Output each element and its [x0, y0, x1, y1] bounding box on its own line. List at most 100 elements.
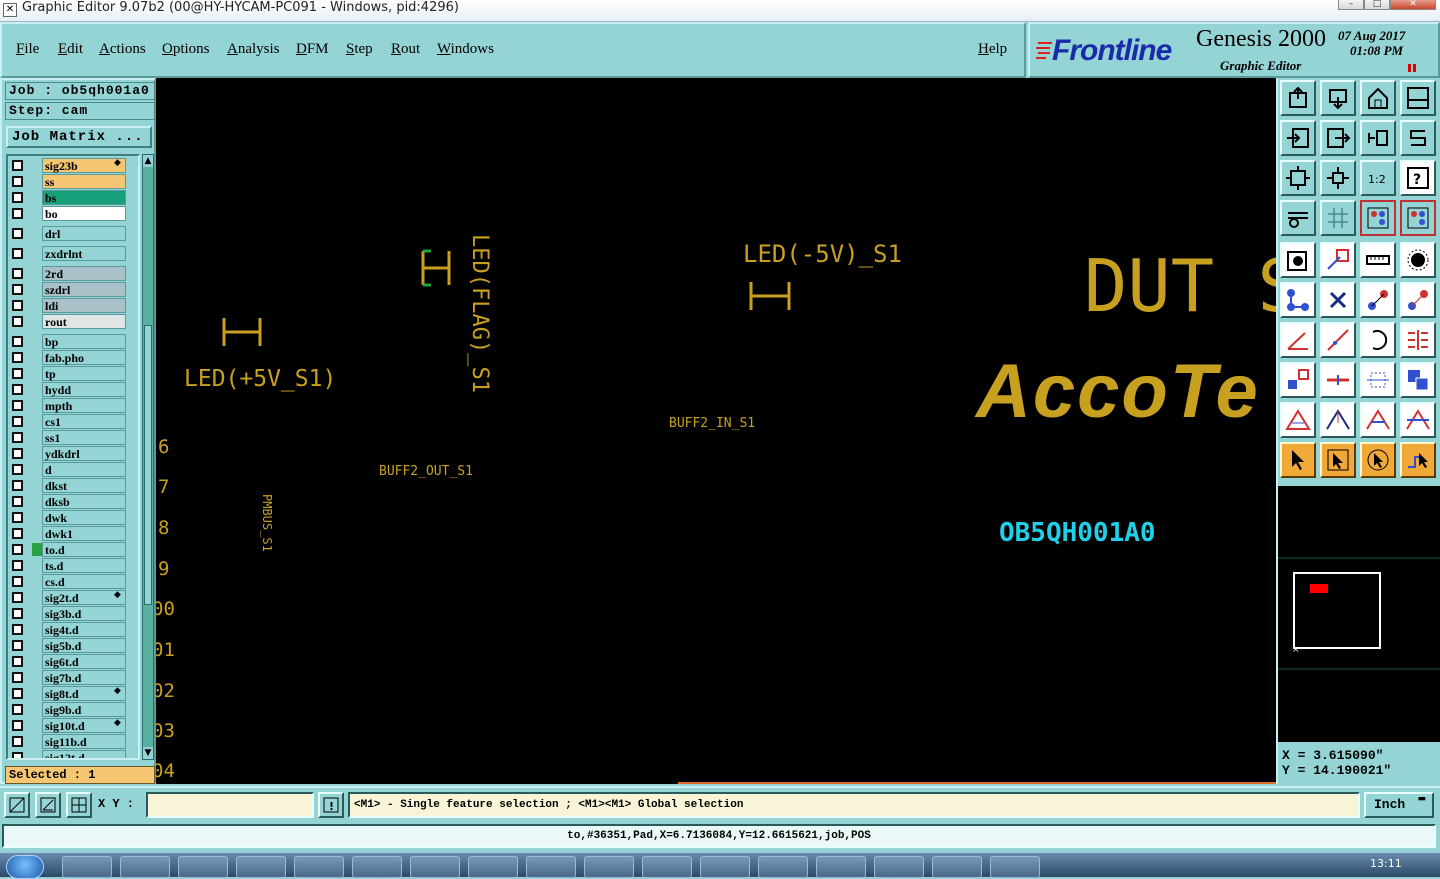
layer-row[interactable]: cs1	[8, 414, 138, 429]
layer-name[interactable]: d	[42, 462, 126, 477]
layer-scrollbar[interactable]: ▲ ▼	[142, 154, 154, 760]
layer-checkbox[interactable]	[12, 640, 23, 651]
layer-name[interactable]: to.d	[42, 542, 126, 557]
pause-icon[interactable]	[1408, 64, 1416, 72]
resize-tool-icon[interactable]	[1280, 362, 1316, 398]
layer-row[interactable]: sig9b.d	[8, 702, 138, 717]
pad-led-minus5v[interactable]	[749, 282, 791, 310]
layer-checkbox[interactable]	[12, 752, 23, 758]
layer-checkbox[interactable]	[12, 512, 23, 523]
pad-led-flag[interactable]	[421, 249, 451, 287]
layer-row[interactable]: ss	[8, 174, 138, 189]
export-tool-icon[interactable]	[1320, 120, 1356, 156]
layer-checkbox[interactable]	[12, 316, 23, 327]
text-accotest-logo[interactable]: AccoTe	[976, 348, 1260, 435]
layer-checkbox[interactable]	[12, 704, 23, 715]
snap-center-tool-icon[interactable]	[1400, 200, 1436, 236]
layer-checkbox[interactable]	[12, 284, 23, 295]
layer-row[interactable]: fab.pho	[8, 350, 138, 365]
layer-checkbox[interactable]	[12, 736, 23, 747]
menu-help[interactable]: Help	[978, 41, 1007, 58]
layer-row[interactable]: ldi	[8, 298, 138, 313]
layer-name[interactable]: sig9b.d	[42, 702, 126, 717]
taskbar-item[interactable]	[990, 856, 1040, 878]
text-pmbus[interactable]: PMBUS_S1	[260, 494, 274, 552]
taskbar-item[interactable]	[120, 856, 170, 878]
layer-checkbox[interactable]	[12, 544, 23, 555]
text-led-flag[interactable]: LED(FLAG)_S1	[467, 234, 492, 393]
taskbar-item[interactable]	[62, 856, 112, 878]
overview-map[interactable]: ×	[1276, 486, 1440, 742]
save-tool-icon[interactable]	[1320, 80, 1356, 116]
taskbar-item[interactable]	[874, 856, 924, 878]
layer-checkbox[interactable]	[12, 608, 23, 619]
layer-checkbox[interactable]	[12, 248, 23, 259]
zoom-fit-tool-icon[interactable]	[1280, 160, 1316, 196]
snap-tool-icon[interactable]	[1360, 200, 1396, 236]
layer-row[interactable]: dwk1	[8, 526, 138, 541]
layer-row[interactable]: dwk	[8, 510, 138, 525]
layer-name[interactable]: sig6t.d	[42, 654, 126, 669]
taskbar-item[interactable]	[236, 856, 286, 878]
zoom-center-tool-icon[interactable]	[1320, 160, 1356, 196]
snap-mode-icon[interactable]	[4, 792, 30, 818]
layer-row[interactable]: sig10t.d ◆	[8, 718, 138, 733]
layer-name[interactable]: bo	[42, 206, 126, 221]
select-circle-tool-icon[interactable]	[1360, 442, 1396, 478]
layer-row[interactable]: to.d	[8, 542, 138, 557]
layer-name[interactable]: dkst	[42, 478, 126, 493]
xy-input[interactable]	[146, 792, 314, 818]
minimize-button[interactable]: –	[1338, 0, 1364, 10]
alert-icon[interactable]: !	[318, 792, 344, 818]
layer-row[interactable]: sig12t.d	[8, 750, 138, 758]
units-dropdown[interactable]: Inch ▬	[1364, 792, 1434, 818]
close-button[interactable]: ✕	[1390, 0, 1436, 10]
maximize-button[interactable]: □	[1364, 0, 1390, 10]
menu-edit[interactable]: Edit	[58, 41, 83, 58]
layer-checkbox[interactable]	[12, 624, 23, 635]
arc-tool-icon[interactable]	[1280, 402, 1316, 438]
home-tool-icon[interactable]	[1360, 80, 1396, 116]
layer-row[interactable]: sig6t.d	[8, 654, 138, 669]
layer-checkbox[interactable]	[12, 672, 23, 683]
layer-name[interactable]: szdrl	[42, 282, 126, 297]
layer-checkbox[interactable]	[12, 268, 23, 279]
redraw-tool-icon[interactable]	[1400, 120, 1436, 156]
mirror-tool-icon[interactable]	[1400, 322, 1436, 358]
select-box-tool-icon[interactable]	[1320, 442, 1356, 478]
text-buff2-in[interactable]: BUFF2_IN_S1	[669, 416, 755, 431]
layer-row[interactable]: dksb	[8, 494, 138, 509]
taskbar-item[interactable]	[526, 856, 576, 878]
menu-step[interactable]: Step	[346, 41, 373, 58]
layer-checkbox[interactable]	[12, 208, 23, 219]
layer-checkbox[interactable]	[12, 400, 23, 411]
filter-tool-icon[interactable]	[1280, 200, 1316, 236]
scale-1to2-tool-icon[interactable]: 1:2	[1360, 160, 1396, 196]
layer-name[interactable]: 2rd	[42, 266, 126, 281]
help-tool-icon[interactable]: ?	[1400, 160, 1436, 196]
layer-name[interactable]: sig3b.d	[42, 606, 126, 621]
taskbar-item[interactable]	[584, 856, 634, 878]
layer-name[interactable]: ldi	[42, 298, 126, 313]
taskbar-item[interactable]	[642, 856, 692, 878]
taskbar-item[interactable]	[178, 856, 228, 878]
layer-name[interactable]: sig5b.d	[42, 638, 126, 653]
layer-checkbox[interactable]	[12, 464, 23, 475]
menu-file[interactable]: File	[16, 41, 39, 58]
line-tool-icon[interactable]	[1320, 242, 1356, 278]
layer-checkbox[interactable]	[12, 192, 23, 203]
layer-row[interactable]: cs.d	[8, 574, 138, 589]
layer-checkbox[interactable]	[12, 496, 23, 507]
job-matrix-button[interactable]: Job Matrix ...	[6, 126, 152, 148]
start-button[interactable]	[6, 855, 44, 879]
taskbar-item[interactable]	[352, 856, 402, 878]
layer-name[interactable]: sig12t.d	[42, 750, 126, 758]
layer-checkbox[interactable]	[12, 480, 23, 491]
layer-row[interactable]: bs	[8, 190, 138, 205]
menu-rout[interactable]: Rout	[391, 41, 420, 58]
layer-name[interactable]: ts.d	[42, 558, 126, 573]
undo-tool-icon[interactable]	[1360, 120, 1396, 156]
text-buff2-out[interactable]: BUFF2_OUT_S1	[379, 464, 473, 479]
layer-row[interactable]: tp	[8, 366, 138, 381]
menu-options[interactable]: Options	[162, 41, 210, 58]
